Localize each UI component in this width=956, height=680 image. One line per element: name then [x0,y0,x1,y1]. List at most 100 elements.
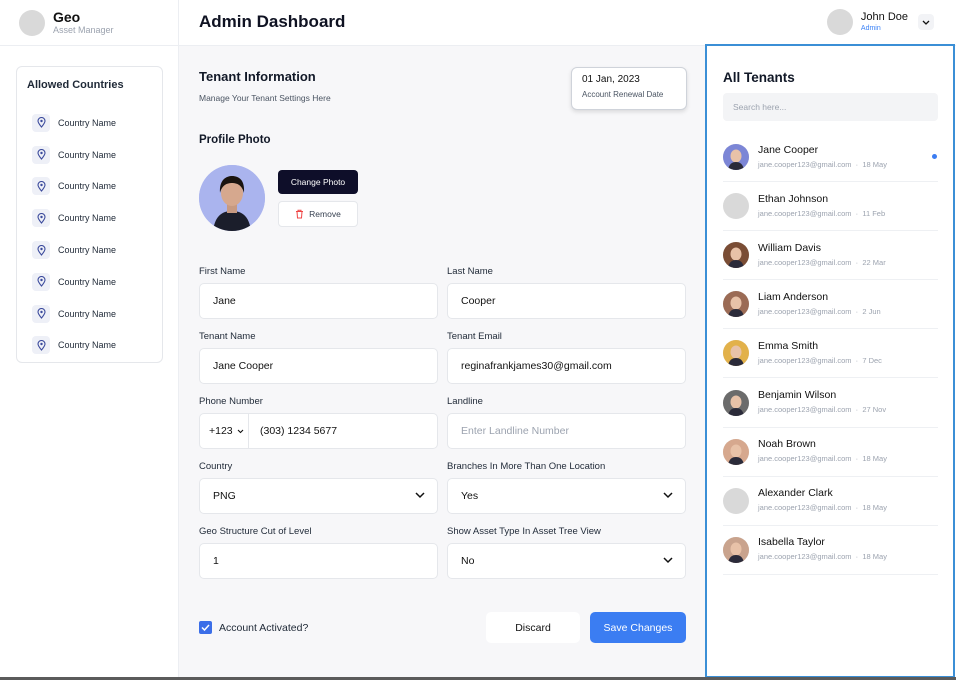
chevron-down-icon [237,429,244,433]
chevron-down-icon[interactable] [918,14,934,30]
renewal-date: 01 Jan, 2023 [582,74,640,85]
tenant-email: jane.cooper123@gmail.com [758,405,852,415]
tenant-email-field[interactable]: reginafrankjames30@gmail.com [447,348,686,384]
tenant-email: jane.cooper123@gmail.com [758,208,852,218]
tenant-meta: jane.cooper123@gmail.com · 18 May [758,552,887,562]
save-changes-button[interactable]: Save Changes [590,612,686,643]
tenants-title: All Tenants [723,70,795,85]
sidebar-item-label: Country Name [58,213,117,224]
country-value: PNG [213,490,236,502]
country-select[interactable]: PNG [199,478,438,514]
sidebar-item-country[interactable]: Country Name [32,139,116,171]
chevron-down-icon [415,492,425,499]
tenant-list-item[interactable]: Emma Smith jane.cooper123@gmail.com · 7 D… [723,329,938,379]
sidebar-item-country[interactable]: Country Name [32,202,116,234]
avatar [723,389,749,416]
tenant-list-item[interactable]: William Davis jane.cooper123@gmail.com · … [723,231,938,281]
brand: Geo Asset Manager [0,0,179,46]
trash-icon [296,209,304,219]
branches-label: Branches In More Than One Location [447,461,606,472]
tenant-search-input[interactable]: Search here... [723,93,938,121]
tenant-list-item[interactable]: Noah Brown jane.cooper123@gmail.com · 18 … [723,428,938,477]
account-activated-label: Account Activated? [219,622,309,634]
asset-type-value: No [461,555,475,567]
tenant-list-item[interactable]: Benjamin Wilson jane.cooper123@gmail.com … [723,378,938,428]
location-pin-icon [32,336,50,355]
allowed-countries-card: Allowed Countries Country Name Country Na… [16,66,163,363]
unread-indicator [932,154,937,159]
geo-level-value: 1 [213,555,219,567]
section-subtitle: Manage Your Tenant Settings Here [199,93,331,103]
sidebar: Allowed Countries Country Name Country Na… [0,46,179,680]
asset-type-select[interactable]: No [447,543,686,579]
sidebar-item-country[interactable]: Country Name [32,171,116,203]
remove-photo-button[interactable]: Remove [278,201,358,227]
tenant-date: 11 Feb [862,208,886,218]
tenant-list: Jane Cooper jane.cooper123@gmail.com · 18… [723,133,938,575]
tenant-list-item[interactable]: Liam Anderson jane.cooper123@gmail.com · … [723,280,938,330]
tenant-email: jane.cooper123@gmail.com [758,552,852,562]
sidebar-item-label: Country Name [58,117,117,128]
avatar[interactable] [826,9,853,35]
sidebar-item-country[interactable]: Country Name [32,298,116,330]
country-list: Country Name Country Name Country Name Coun… [32,107,116,361]
tenant-meta: jane.cooper123@gmail.com · 18 May [758,159,887,169]
search-placeholder: Search here... [733,102,787,112]
phone-number-field[interactable]: +123 (303) 1234 5677 [199,413,438,449]
branches-select[interactable]: Yes [447,478,686,514]
tenant-list-item[interactable]: Isabella Taylor jane.cooper123@gmail.com … [723,526,938,575]
sidebar-item-country[interactable]: Country Name [32,266,116,298]
account-activated-checkbox[interactable] [199,621,212,634]
branches-value: Yes [461,490,479,502]
sidebar-item-label: Country Name [58,149,117,160]
location-pin-icon [32,209,50,228]
avatar [723,340,749,367]
tenant-date: 18 May [862,552,887,562]
brand-subtitle: Asset Manager [53,25,114,35]
user-menu[interactable]: John Doe Admin [826,9,934,35]
sidebar-item-country[interactable]: Country Name [32,234,116,266]
tenant-email: jane.cooper123@gmail.com [758,454,852,464]
sidebar-item-label: Country Name [58,245,117,256]
tenant-list-item[interactable]: Jane Cooper jane.cooper123@gmail.com · 18… [723,133,938,183]
last-name-field[interactable]: Cooper [447,283,686,319]
tenant-meta: jane.cooper123@gmail.com · 11 Feb [758,208,886,218]
tenant-meta: jane.cooper123@gmail.com · 27 Nov [758,405,887,415]
brand-logo [19,9,45,36]
profile-photo [199,165,265,231]
country-code-value: +123 [209,425,233,437]
geo-level-field[interactable]: 1 [199,543,438,579]
profile-photo-title: Profile Photo [199,134,271,146]
checkmark-icon [201,624,210,631]
tenant-list-item[interactable]: Ethan Johnson jane.cooper123@gmail.com · … [723,182,938,232]
change-photo-button[interactable]: Change Photo [278,170,358,194]
tenant-list-item[interactable]: Alexander Clark jane.cooper123@gmail.com … [723,477,938,526]
first-name-field[interactable]: Jane [199,283,438,319]
location-pin-icon [32,113,50,132]
tenant-name-field[interactable]: Jane Cooper [199,348,438,384]
landline-field[interactable]: Enter Landline Number [447,413,686,449]
tenant-name: Isabella Taylor [758,536,825,549]
avatar [723,242,749,269]
location-pin-icon [32,241,50,260]
tenant-meta: jane.cooper123@gmail.com · 7 Dec [758,355,882,365]
avatar [723,487,749,514]
sidebar-item-country[interactable]: Country Name [32,330,116,362]
section-title: Tenant Information [199,69,316,84]
tenant-name: Alexander Clark [758,487,833,500]
landline-placeholder: Enter Landline Number [461,425,569,437]
tenant-email: jane.cooper123@gmail.com [758,159,852,169]
sidebar-item-country[interactable]: Country Name [32,107,116,139]
tenant-email: jane.cooper123@gmail.com [758,306,852,316]
first-name-label: First Name [199,266,246,277]
tenant-date: 18 May [862,159,887,169]
tenant-meta: jane.cooper123@gmail.com · 18 May [758,503,887,513]
tenant-meta: jane.cooper123@gmail.com · 18 May [758,454,887,464]
tenant-meta: jane.cooper123@gmail.com · 2 Jun [758,306,881,316]
tenant-date: 22 Mar [862,257,886,267]
avatar [723,438,749,465]
discard-button[interactable]: Discard [486,612,580,643]
tenants-panel: All Tenants Search here... Jane Cooper ja… [705,44,955,678]
country-code-select[interactable]: +123 [209,414,249,448]
tenant-date: 18 May [862,454,887,464]
